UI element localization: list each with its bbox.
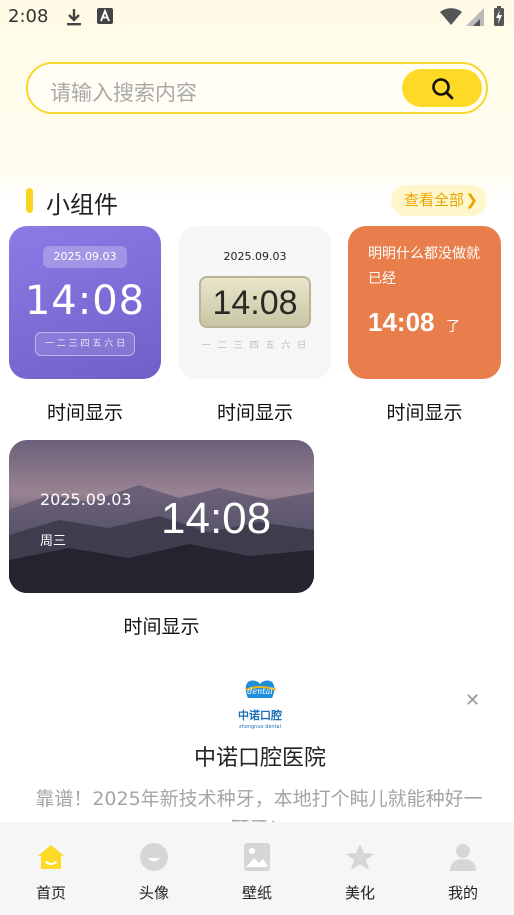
section-title: 小组件 <box>46 191 118 219</box>
star-icon <box>346 844 374 870</box>
widget-date: 2025.09.03 <box>43 246 127 268</box>
chevron-right-icon: ❯ <box>465 191 478 209</box>
wifi-icon <box>440 8 462 30</box>
status-bar: 2:08 <box>0 0 514 36</box>
widget-weekdays: 一 二 三 四 五 六 日 <box>201 341 309 351</box>
svg-text:中诺口腔: 中诺口腔 <box>238 708 282 722</box>
lcd-display: 14:08 <box>199 276 311 328</box>
widget-time: 14:08 <box>212 284 298 322</box>
widget-card-landscape-clock[interactable]: 2025.09.03 周三 14:08 <box>9 440 314 593</box>
section-accent-bar <box>26 188 33 213</box>
view-all-button[interactable]: 查看全部 ❯ <box>391 185 487 216</box>
home-icon <box>38 845 64 869</box>
view-all-label: 查看全部 <box>404 191 465 209</box>
search-placeholder: 请输入搜索内容 <box>50 81 197 105</box>
nav-label: 我的 <box>447 884 478 902</box>
widget-label[interactable]: 时间显示 <box>9 612 314 639</box>
widget-weekdays: 一 二 三 四 五 六 日 <box>35 332 135 356</box>
bottom-navigation: 首页 头像 壁纸 美化 我的 <box>0 822 514 915</box>
widget-time: 14:08 <box>24 278 146 324</box>
widget-card-orange-text-clock[interactable]: 明明什么都没做就已经 14:08 了 <box>348 226 501 379</box>
widget-date: 2025.09.03 <box>223 250 287 263</box>
widget-card-lcd-clock[interactable]: 2025.09.03 14:08 一 二 三 四 五 六 日 <box>179 226 331 379</box>
widget-label[interactable]: 时间显示 <box>9 398 161 425</box>
search-button[interactable] <box>402 69 482 107</box>
nav-label: 壁纸 <box>241 884 272 902</box>
avatar-icon <box>140 843 168 871</box>
nav-label: 首页 <box>35 884 66 902</box>
widget-time: 14:08 <box>368 307 435 337</box>
profile-icon <box>450 844 476 871</box>
widget-date: 2025.09.03 <box>40 490 132 509</box>
wallpaper-icon <box>244 843 270 871</box>
status-time: 2:08 <box>8 6 49 27</box>
nav-label: 头像 <box>138 884 169 902</box>
svg-text:zhongnuo dental: zhongnuo dental <box>239 724 281 730</box>
widget-time: 14:08 <box>161 494 272 543</box>
nav-item-avatar[interactable]: 头像 <box>103 822 205 915</box>
svg-text:dental: dental <box>247 687 273 696</box>
widget-label[interactable]: 时间显示 <box>179 398 331 425</box>
widget-label[interactable]: 时间显示 <box>348 398 501 425</box>
ad-title[interactable]: 中诺口腔医院 <box>0 740 514 772</box>
widget-card-purple-clock[interactable]: 2025.09.03 14:08 一 二 三 四 五 六 日 <box>9 226 161 379</box>
search-input[interactable]: 请输入搜索内容 <box>26 62 488 114</box>
nav-item-mine[interactable]: 我的 <box>412 822 514 915</box>
nav-item-home[interactable]: 首页 <box>0 822 102 915</box>
app-screen: 2:08 请输入搜索内容 小组件 查看全部 ❯ 2025.09.03 14:08… <box>0 0 514 915</box>
nav-item-beautify[interactable]: 美化 <box>309 822 411 915</box>
widget-suffix: 了 <box>446 319 460 335</box>
tooth-logo-icon: dental 中诺口腔 zhongnuo dental <box>238 680 282 730</box>
nav-label: 美化 <box>344 884 375 902</box>
widget-text: 明明什么都没做就已经 <box>368 246 480 287</box>
download-icon <box>66 8 82 30</box>
widget-weekday: 周三 <box>40 534 67 549</box>
text-notification-icon <box>97 8 113 28</box>
nav-item-wallpaper[interactable]: 壁纸 <box>206 822 308 915</box>
battery-charging-icon <box>494 6 504 30</box>
ad-logo[interactable]: dental 中诺口腔 zhongnuo dental <box>234 678 286 730</box>
signal-icon <box>466 8 484 30</box>
close-icon[interactable]: ✕ <box>465 690 480 711</box>
search-icon <box>432 78 454 100</box>
